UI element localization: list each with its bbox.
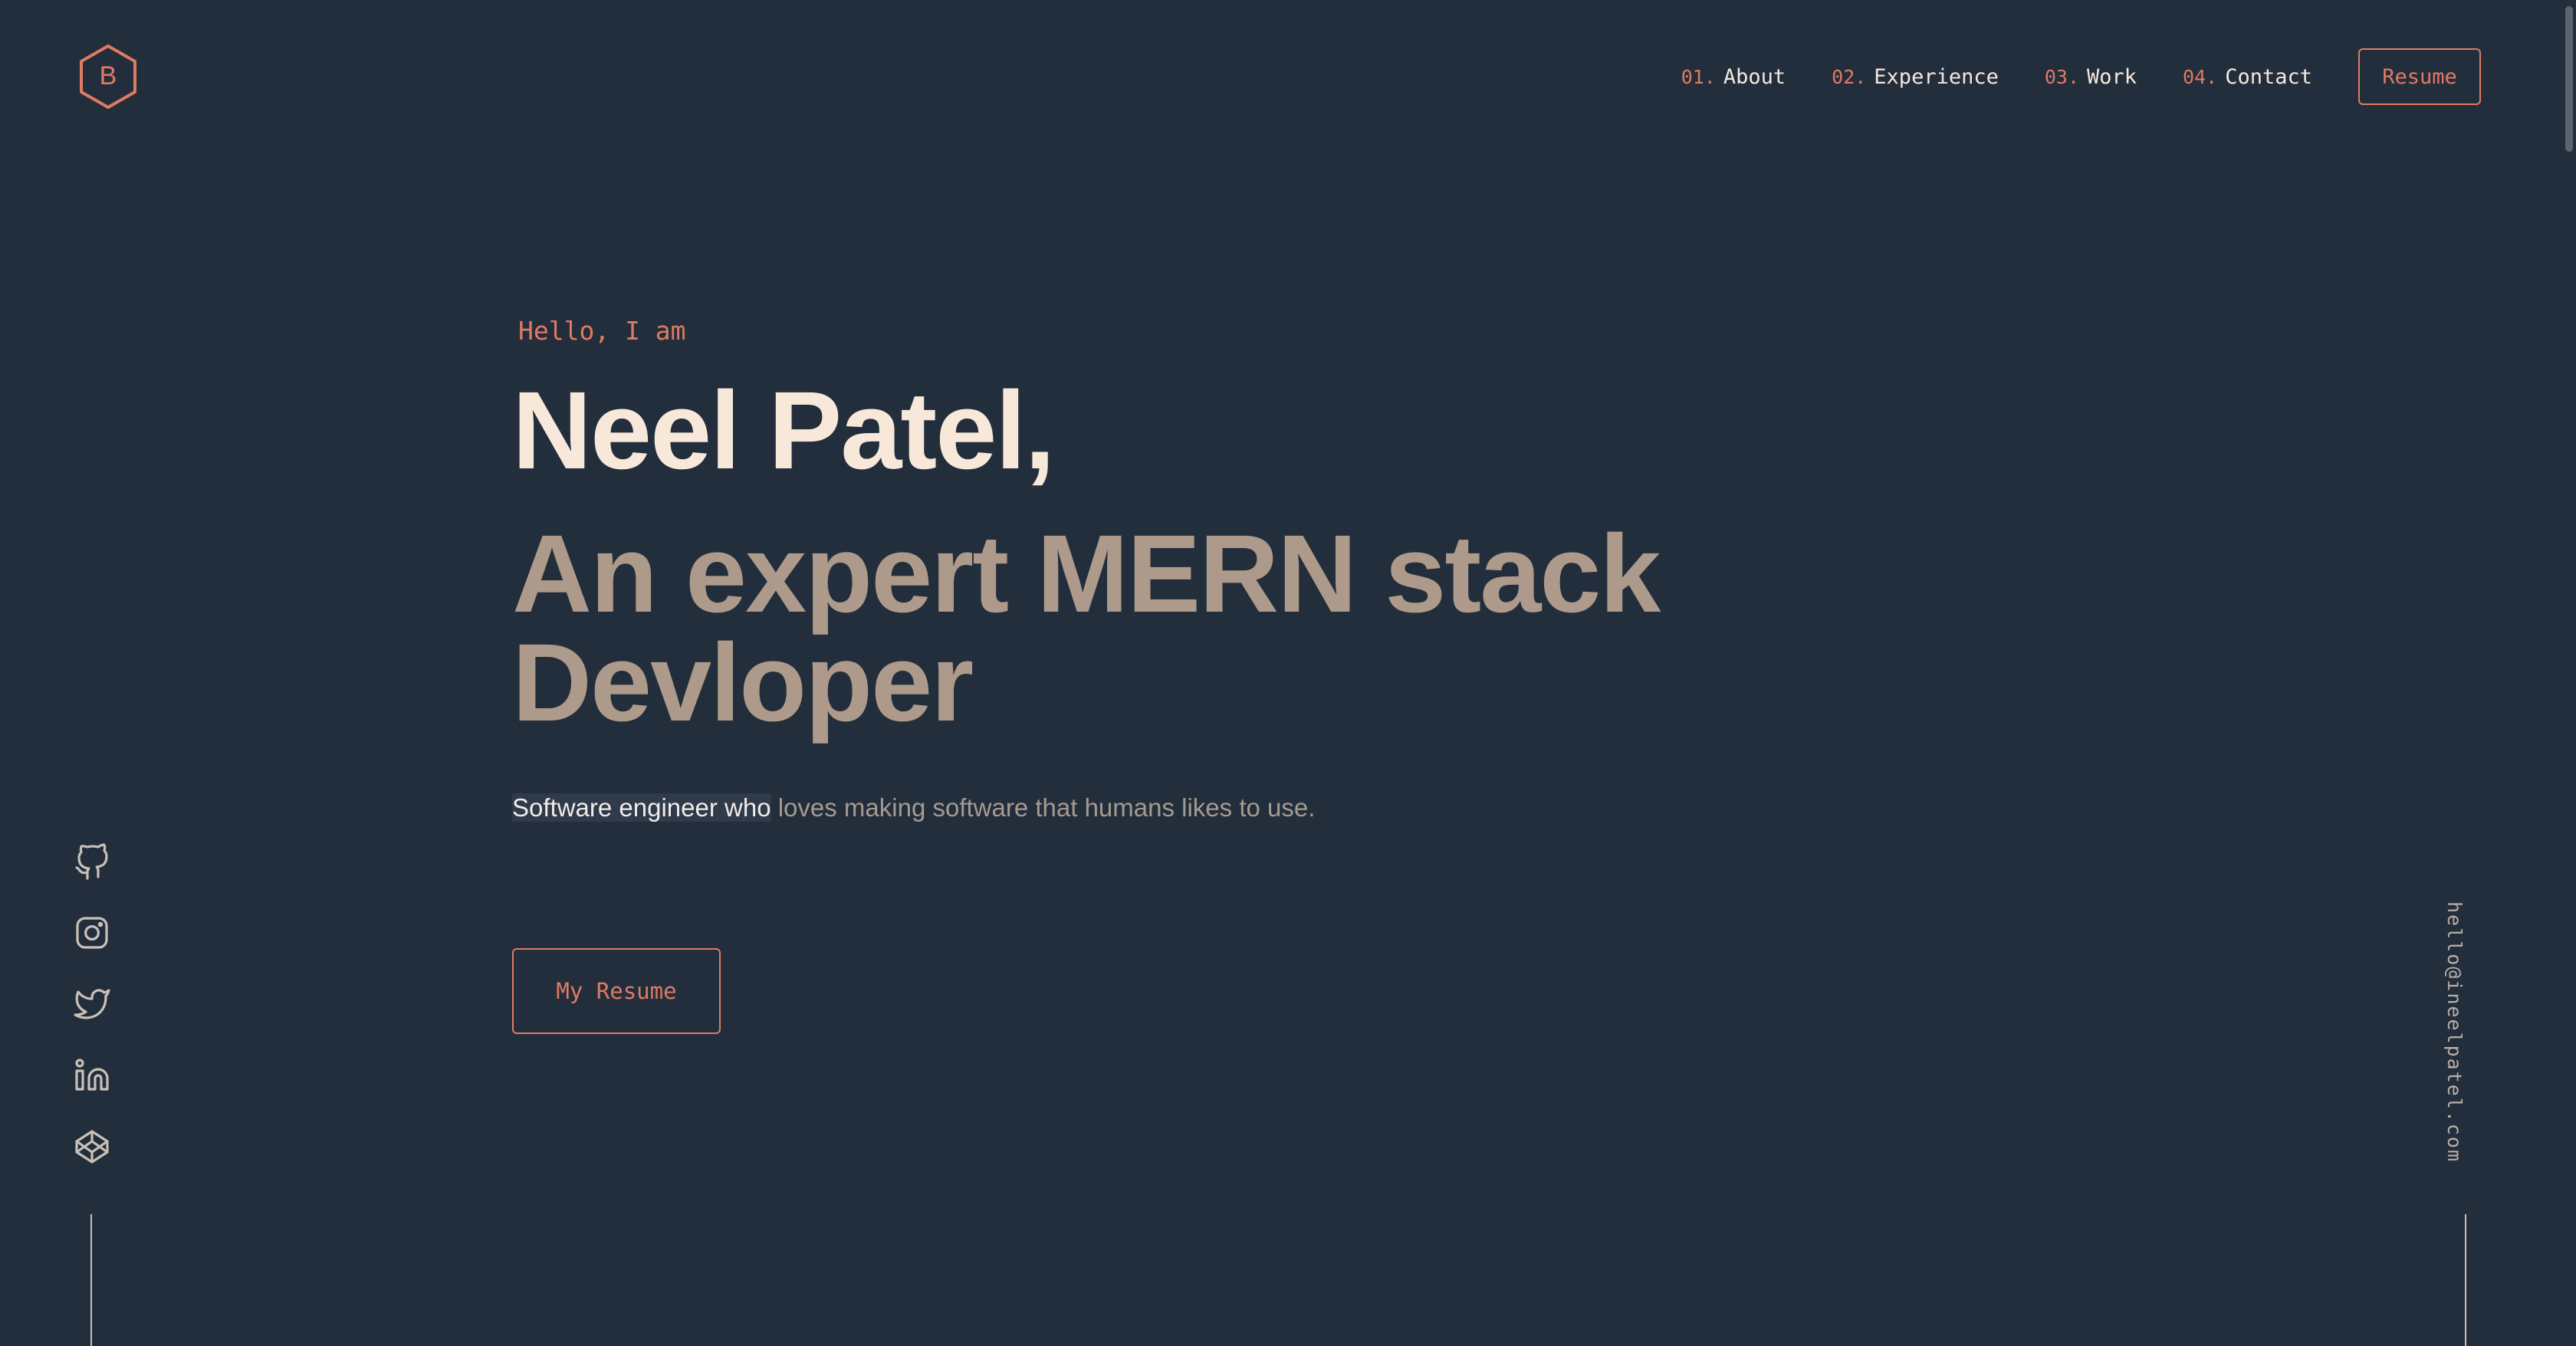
nav-number: 04. <box>2183 65 2218 88</box>
hero-greeting: Hello, I am <box>518 316 686 346</box>
twitter-icon[interactable] <box>74 986 110 1023</box>
nav-item-experience[interactable]: 02. Experience <box>1832 65 1999 89</box>
logo[interactable]: B <box>78 44 138 110</box>
nav-label: Contact <box>2225 64 2312 89</box>
logo-letter: B <box>100 61 117 90</box>
right-divider-line <box>2465 1214 2466 1346</box>
description-text: loves making software that humans likes … <box>770 793 1316 822</box>
description-highlight: Software engineer who <box>512 793 771 822</box>
hero-tagline: An expert MERN stack Devloper <box>512 512 1661 744</box>
scrollbar-thumb[interactable] <box>2565 6 2573 152</box>
nav-item-contact[interactable]: 04. Contact <box>2183 65 2312 89</box>
nav-number: 03. <box>2044 65 2080 88</box>
hexagon-logo-icon: B <box>80 44 136 109</box>
nav-label: About <box>1723 64 1786 89</box>
social-links <box>74 843 110 1200</box>
nav-number: 02. <box>1832 65 1867 88</box>
main-nav: 01. About 02. Experience 03. Work 04. Co… <box>1681 48 2481 106</box>
resume-button[interactable]: Resume <box>2358 48 2481 105</box>
nav-number: 01. <box>1681 65 1716 88</box>
nav-label: Work <box>2087 64 2137 89</box>
scrollbar[interactable] <box>2562 0 2576 1346</box>
codepen-icon[interactable] <box>74 1128 110 1165</box>
github-icon[interactable] <box>74 843 110 880</box>
email-link[interactable]: hello@ineelpatel.com <box>2443 901 2466 1163</box>
instagram-icon[interactable] <box>74 914 110 951</box>
nav-label: Experience <box>1874 64 1999 89</box>
my-resume-button[interactable]: My Resume <box>512 948 721 1034</box>
nav-item-work[interactable]: 03. Work <box>2045 65 2137 89</box>
email-container: hello@ineelpatel.com <box>2443 901 2489 1170</box>
left-divider-line <box>90 1214 92 1346</box>
hero-name: Neel Patel, <box>512 369 1055 492</box>
hero-description: Software engineer who loves making softw… <box>512 788 1325 828</box>
linkedin-icon[interactable] <box>74 1057 110 1094</box>
nav-item-about[interactable]: 01. About <box>1681 65 1786 89</box>
